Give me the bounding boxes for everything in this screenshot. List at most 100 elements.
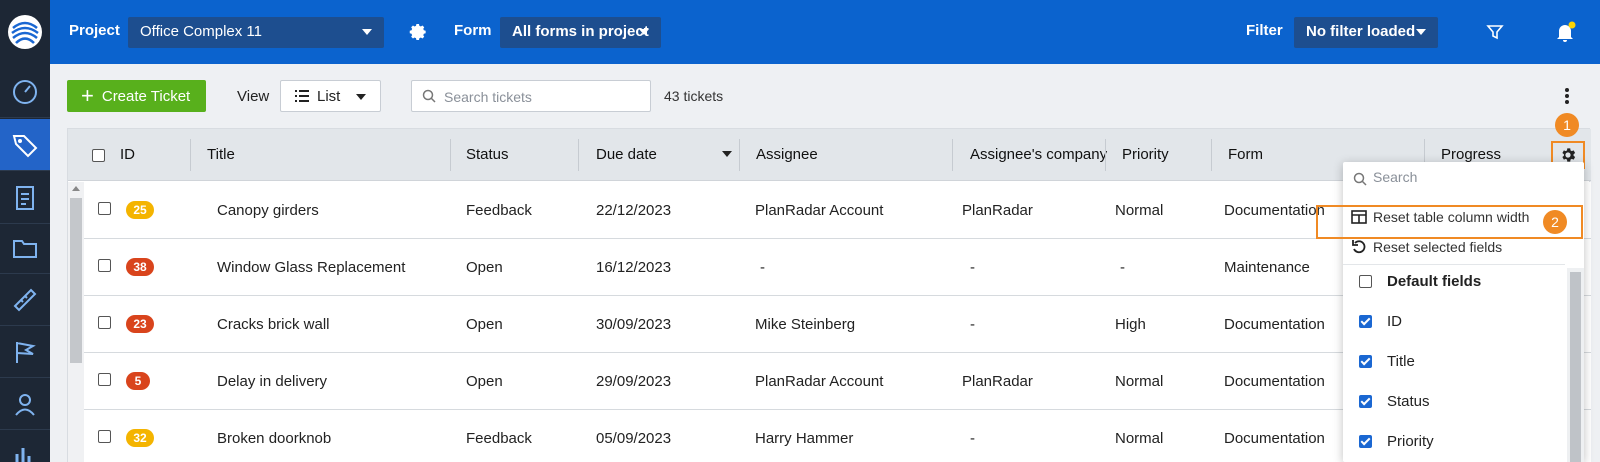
form-label: Form [454,22,492,39]
field-label: Title [1387,353,1415,370]
field-checkbox[interactable] [1359,315,1372,328]
column-header-priority[interactable]: Priority [1122,146,1169,163]
field-option-priority[interactable]: Priority [1343,422,1565,462]
filter-funnel-icon[interactable] [1483,20,1507,44]
field-label: Status [1387,393,1430,410]
ticket-assignee: PlanRadar Account [755,373,884,390]
ticket-status: Open [466,373,503,390]
sort-desc-icon[interactable] [722,151,732,157]
field-checkbox[interactable] [1359,355,1372,368]
list-icon [295,90,309,102]
view-label: View [237,88,270,105]
ticket-company: - [970,259,975,276]
more-options-icon[interactable] [1562,86,1572,106]
ticket-form: Documentation [1224,430,1325,447]
ticket-assignee: Harry Hammer [755,430,854,447]
select-all-checkbox[interactable] [92,149,105,162]
create-ticket-button[interactable]: + Create Ticket [67,80,206,112]
table-scrollbar[interactable] [68,182,84,462]
reports-icon[interactable] [0,430,50,462]
project-label: Project [69,22,120,39]
view-select[interactable]: List [280,80,381,112]
field-option-title[interactable]: Title [1343,342,1565,382]
search-icon [1353,172,1367,186]
ticket-status: Feedback [466,202,532,219]
project-select[interactable]: Office Complex 11 [128,17,384,48]
ticket-due-date: 22/12/2023 [596,202,672,219]
column-search[interactable] [1353,169,1563,189]
ticket-due-date: 30/09/2023 [596,316,672,333]
create-ticket-label: Create Ticket [101,87,191,105]
ticket-assignee: PlanRadar Account [755,202,884,219]
ticket-search[interactable] [411,80,651,112]
scroll-up-arrow-icon[interactable] [72,186,80,191]
ticket-form: Documentation [1224,373,1325,390]
column-header-assignee-company[interactable]: Assignee's company [970,146,1107,163]
ticket-id-badge: 23 [126,315,154,333]
forms-icon[interactable] [0,172,50,224]
ticket-form: Documentation [1224,316,1325,333]
ticket-company: - [970,430,975,447]
column-header-due-date[interactable]: Due date [596,146,657,163]
field-checkbox[interactable] [1359,435,1372,448]
ticket-form: Documentation [1224,202,1325,219]
ticket-status: Open [466,316,503,333]
project-settings-gear-icon[interactable] [406,20,430,44]
chevron-down-icon [356,94,366,100]
row-checkbox[interactable] [98,316,111,329]
plus-icon: + [81,83,94,108]
ruler-icon[interactable] [0,274,50,326]
field-checkbox[interactable] [1359,395,1372,408]
dashboard-icon[interactable] [0,66,50,118]
ticket-title[interactable]: Cracks brick wall [217,316,330,333]
project-select-value: Office Complex 11 [140,23,262,40]
column-search-input[interactable] [1373,169,1563,185]
field-option-status[interactable]: Status [1343,382,1565,422]
tickets-icon[interactable] [0,119,50,171]
search-icon [422,89,436,103]
filter-select-value: No filter loaded [1306,23,1416,40]
row-checkbox[interactable] [98,259,111,272]
notification-bell-icon[interactable] [1553,20,1577,44]
form-select[interactable]: All forms in project [500,17,661,48]
ticket-title[interactable]: Broken doorknob [217,430,331,447]
ticket-priority: - [1120,259,1125,276]
ticket-title[interactable]: Delay in delivery [217,373,327,390]
user-icon[interactable] [0,378,50,430]
ticket-count: 43 tickets [664,88,724,104]
row-checkbox[interactable] [98,373,111,386]
field-option-default-fields[interactable]: Default fields [1343,262,1565,302]
panel-scrollbar[interactable] [1567,268,1584,462]
form-select-value: All forms in project [512,23,649,40]
column-header-status[interactable]: Status [466,146,509,163]
field-option-id[interactable]: ID [1343,302,1565,342]
column-header-form[interactable]: Form [1228,146,1263,163]
top-header-bar: Project Office Complex 11 Form All forms… [50,0,1600,64]
field-label: Priority [1387,433,1434,450]
column-header-progress[interactable]: Progress [1441,146,1501,163]
scrollbar-thumb[interactable] [70,198,82,363]
ticket-priority: Normal [1115,202,1164,219]
ticket-status: Open [466,259,503,276]
ticket-search-input[interactable] [444,87,644,107]
column-header-id[interactable]: ID [120,146,135,163]
field-checkbox[interactable] [1359,275,1372,288]
ticket-title[interactable]: Window Glass Replacement [217,259,405,276]
field-label: ID [1387,313,1402,330]
ticket-assignee: - [760,259,765,276]
folder-icon[interactable] [0,222,50,274]
row-checkbox[interactable] [98,202,111,215]
scrollbar-thumb[interactable] [1570,272,1581,462]
step-callout-1: 1 [1555,113,1579,137]
ticket-due-date: 05/09/2023 [596,430,672,447]
filter-select[interactable]: No filter loaded [1294,17,1438,48]
logo-icon[interactable] [0,0,50,64]
ticket-title[interactable]: Canopy girders [217,202,319,219]
ticket-priority: High [1115,316,1146,333]
row-checkbox[interactable] [98,430,111,443]
ticket-form: Maintenance [1224,259,1310,276]
column-header-title[interactable]: Title [207,146,235,163]
step-callout-2: 2 [1543,210,1567,234]
column-header-assignee[interactable]: Assignee [756,146,818,163]
flag-icon[interactable] [0,326,50,378]
